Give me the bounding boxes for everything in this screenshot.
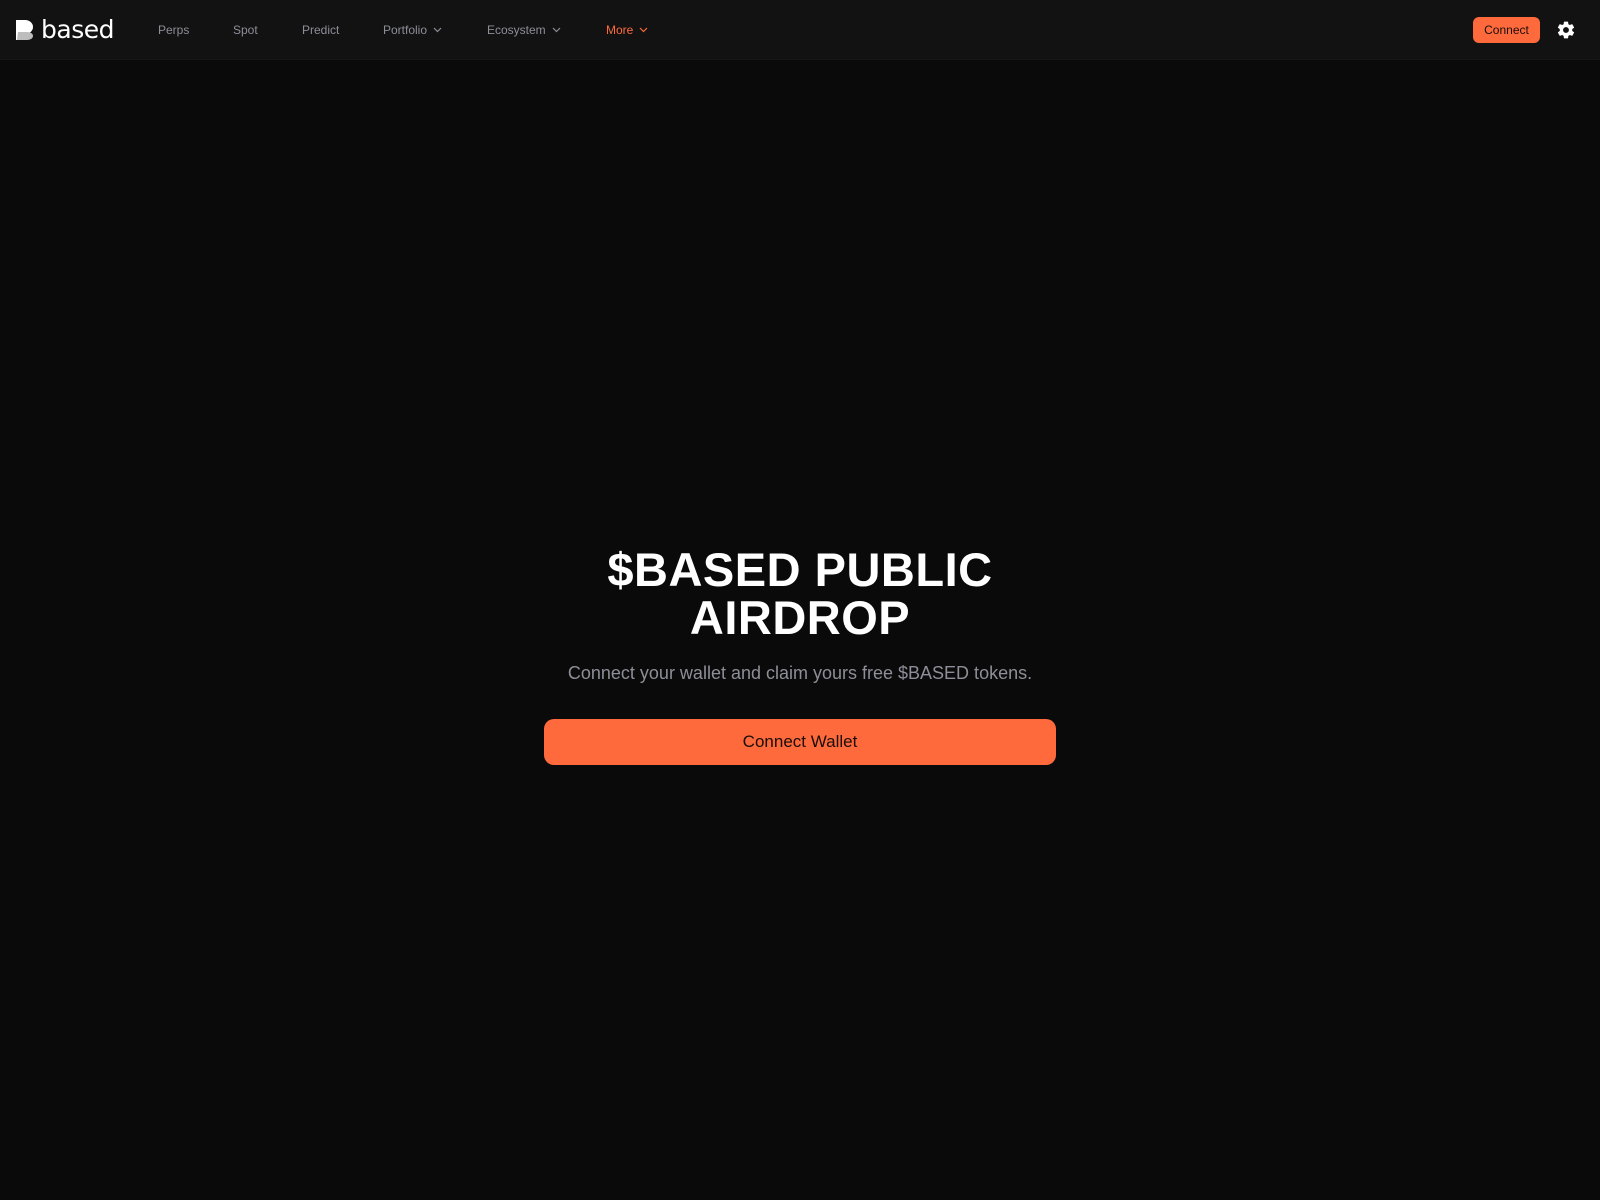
chevron-down-icon [552,27,561,33]
gear-icon[interactable] [1556,20,1576,40]
nav-item-label: More [606,23,634,37]
nav-item-label: Predict [302,23,340,37]
nav-item-label: Ecosystem [487,23,546,37]
connect-wallet-button[interactable]: Connect Wallet [544,719,1056,765]
nav-item-predict[interactable]: Predict [302,0,339,60]
nav-item-portfolio[interactable]: Portfolio [383,0,442,60]
nav-item-label: Portfolio [383,23,428,37]
chevron-down-icon [433,27,442,33]
connect-button[interactable]: Connect [1473,17,1540,43]
nav-item-label: Spot [233,23,258,37]
hero-subtitle: Connect your wallet and claim yours free… [567,663,1033,683]
chevron-down-icon [639,27,648,33]
nav-item-label: Perps [158,23,190,37]
main-nav: Perps Spot Predict Portfolio Ecosystem M… [0,0,700,60]
nav-item-ecosystem[interactable]: Ecosystem [487,0,561,60]
top-navigation-bar: based Perps Spot Predict Portfolio Ecosy… [0,0,1600,60]
airdrop-hero: $BASED PUBLIC AIRDROP Connect your walle… [0,546,1600,765]
nav-item-perps[interactable]: Perps [158,0,189,60]
nav-item-spot[interactable]: Spot [233,0,258,60]
nav-item-more[interactable]: More [606,0,648,60]
page-title: $BASED PUBLIC AIRDROP [607,543,993,644]
